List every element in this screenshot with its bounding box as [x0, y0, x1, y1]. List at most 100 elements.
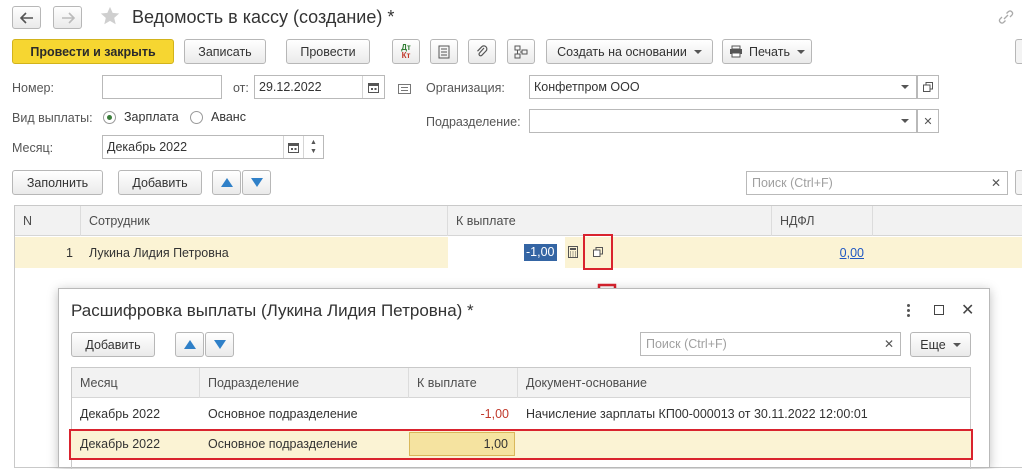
link-icon — [998, 10, 1014, 24]
row-payout[interactable]: 1,00 — [484, 437, 508, 451]
dialog-table-header: Месяц Подразделение К выплате Документ-о… — [72, 368, 970, 398]
open-icon — [593, 247, 603, 257]
spin-up-icon[interactable]: ▲ — [310, 138, 317, 147]
dialog-menu-button[interactable] — [901, 301, 915, 319]
dialog-close-button[interactable]: ✕ — [961, 300, 977, 319]
arrow-up-icon — [183, 340, 196, 349]
move-down-button[interactable] — [242, 170, 271, 195]
month-label: Месяц: — [12, 141, 54, 155]
move-up-button[interactable] — [212, 170, 241, 195]
chevron-down-icon — [901, 85, 909, 89]
department-dropdown-button[interactable] — [894, 110, 916, 132]
close-icon[interactable]: ✕ — [985, 172, 1007, 194]
col-header-department[interactable]: Подразделение — [200, 368, 409, 398]
organization-field[interactable]: Конфетпром ООО — [529, 75, 917, 99]
kebab-menu-icon — [906, 303, 910, 307]
table-search-field[interactable]: ✕ — [746, 171, 1008, 195]
payout-breakdown-dialog: Расшифровка выплаты (Лукина Лидия Петров… — [58, 288, 990, 469]
maximize-icon — [934, 305, 944, 315]
payment-type-label: Вид выплаты: — [12, 111, 93, 125]
calculator-button[interactable] — [565, 244, 581, 260]
col-header-payout[interactable]: К выплате — [409, 368, 518, 398]
post-button[interactable]: Провести — [286, 39, 370, 64]
col-header-payout[interactable]: К выплате — [448, 206, 772, 236]
chevron-down-icon — [952, 342, 961, 347]
post-and-close-button[interactable]: Провести и закрыть — [12, 39, 174, 64]
number-field[interactable] — [102, 75, 222, 99]
row-ndfl[interactable]: 0,00 — [772, 237, 864, 268]
advance-radio[interactable] — [190, 111, 203, 124]
month-field[interactable]: Декабрь 2022 ▲ ▼ — [102, 135, 324, 159]
dialog-move-up-button[interactable] — [175, 332, 204, 357]
payout-input-cell[interactable]: 1,00 — [409, 432, 515, 456]
chevron-down-icon — [796, 49, 805, 54]
table-row-selected[interactable]: Декабрь 2022 Основное подразделение 1,00 — [69, 429, 973, 460]
dialog-search-input[interactable] — [641, 333, 900, 355]
table-row[interactable]: 1 Лукина Лидия Петровна -1,00 0,00 — [15, 234, 1022, 270]
salary-option-label[interactable]: Зарплата — [124, 110, 179, 124]
chevron-down-icon — [693, 49, 702, 54]
dialog-search-field[interactable]: ✕ — [640, 332, 901, 356]
close-icon[interactable]: ✕ — [878, 333, 900, 355]
col-header-n[interactable]: N — [15, 206, 81, 236]
dialog-maximize-button[interactable] — [932, 303, 946, 317]
row-month: Декабрь 2022 — [80, 407, 161, 421]
advance-option-label[interactable]: Аванс — [211, 110, 246, 124]
create-based-on-label: Создать на основании — [557, 44, 687, 59]
date-field[interactable]: 29.12.2022 — [254, 75, 385, 99]
row-basis: Начисление зарплаты КП00-000013 от 30.11… — [526, 407, 868, 421]
table-list-icon — [438, 45, 450, 58]
create-based-on-button[interactable]: Создать на основании — [546, 39, 713, 64]
open-icon — [923, 82, 933, 92]
arrow-down-icon — [213, 340, 226, 349]
add-button[interactable]: Добавить — [118, 170, 202, 195]
col-header-basis[interactable]: Документ-основание — [518, 368, 970, 398]
organization-value: Конфетпром ООО — [534, 80, 640, 94]
save-button[interactable]: Записать — [184, 39, 266, 64]
star-icon — [100, 6, 120, 25]
close-icon: ✕ — [961, 302, 975, 319]
month-spinner[interactable]: ▲ ▼ — [303, 136, 323, 158]
dialog-add-button[interactable]: Добавить — [71, 332, 155, 357]
organization-label: Организация: — [426, 81, 505, 95]
department-label: Подразделение: — [426, 115, 521, 129]
dialog-more-button[interactable]: Еще — [910, 332, 971, 357]
back-button[interactable] — [12, 6, 41, 29]
dialog-move-down-button[interactable] — [205, 332, 234, 357]
calendar-button[interactable] — [362, 76, 384, 98]
favorite-star-button[interactable] — [99, 5, 123, 29]
comment-icon[interactable] — [398, 83, 412, 94]
table-row[interactable]: Декабрь 2022 Основное подразделение -1,0… — [72, 399, 970, 429]
chevron-down-icon — [901, 119, 909, 123]
fill-button[interactable]: Заполнить — [12, 170, 103, 195]
attachments-button[interactable] — [468, 39, 496, 64]
table-search-input[interactable] — [747, 172, 1007, 194]
organization-dropdown-button[interactable] — [894, 76, 916, 98]
col-header-employee[interactable]: Сотрудник — [81, 206, 448, 236]
row-basis — [518, 431, 526, 457]
list-view-button[interactable] — [430, 39, 458, 64]
close-icon: ✕ — [923, 115, 933, 128]
col-header-ndfl[interactable]: НДФЛ — [772, 206, 873, 236]
row-payout: -1,00 — [480, 407, 510, 421]
department-clear-button[interactable]: ✕ — [917, 109, 939, 133]
month-calendar-button[interactable] — [283, 136, 303, 158]
forward-button[interactable] — [53, 6, 82, 29]
back-arrow-icon — [19, 11, 33, 24]
dialog-title: Расшифровка выплаты (Лукина Лидия Петров… — [71, 301, 474, 320]
payout-edit-value[interactable]: -1,00 — [524, 244, 557, 261]
kebab-dot — [906, 308, 910, 312]
link-button[interactable] — [998, 10, 1016, 26]
salary-radio[interactable] — [103, 111, 116, 124]
table-header: N Сотрудник К выплате НДФЛ — [15, 206, 1022, 236]
paperclip-icon — [477, 44, 488, 56]
organization-open-button[interactable] — [917, 75, 939, 99]
date-from-label: от: — [233, 81, 249, 95]
payout-open-button[interactable] — [583, 234, 613, 270]
col-header-month[interactable]: Месяц — [72, 368, 200, 398]
department-field[interactable] — [529, 109, 917, 133]
dt-kt-button[interactable]: Дт Кт — [392, 39, 420, 64]
structure-button[interactable] — [507, 39, 535, 64]
spin-down-icon[interactable]: ▼ — [310, 147, 317, 156]
print-button[interactable]: Печать — [722, 39, 812, 64]
